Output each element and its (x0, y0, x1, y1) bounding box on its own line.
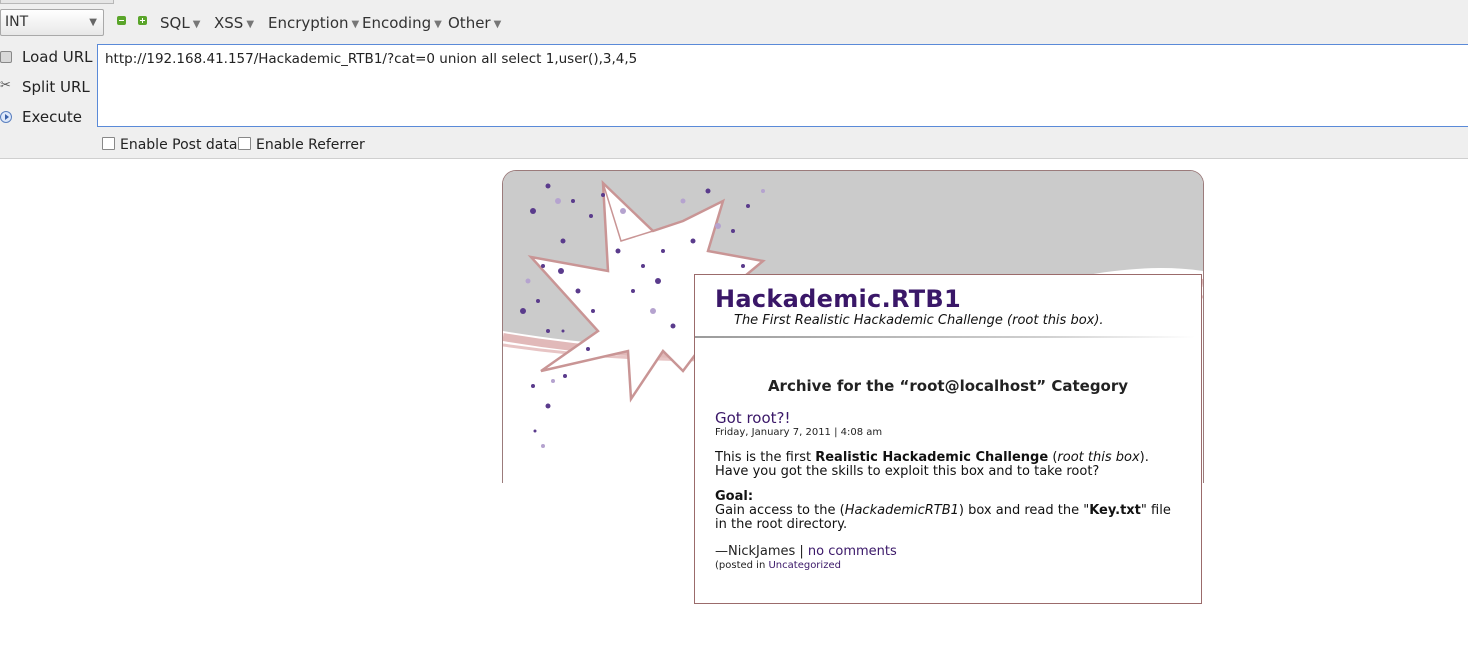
menu-encryption-label: Encryption (268, 14, 349, 32)
menu-other-label: Other (448, 14, 491, 32)
goal-text-part: ) box and read the " (958, 503, 1090, 518)
post-title-link[interactable]: Got root?! (715, 409, 791, 427)
goal-text: Gain access to the (HackademicRTB1) box … (715, 504, 1185, 532)
menu-xss[interactable]: XSS ▼ (214, 14, 254, 32)
archive-heading: Archive for the “root@localhost” Categor… (767, 377, 1129, 395)
dropdown-arrow-icon: ▼ (351, 19, 360, 30)
load-url-button[interactable]: Load URL (0, 46, 93, 70)
dropdown-arrow-icon: ▼ (434, 19, 442, 30)
split-url-button[interactable]: ✂ Split URL (0, 76, 92, 100)
menu-sql-label: SQL (160, 14, 190, 32)
load-url-label: Load URL (22, 48, 93, 66)
split-url-label: Split URL (22, 78, 90, 96)
enable-post-data-checkbox[interactable]: Enable Post data (102, 137, 237, 153)
execute-label: Execute (22, 108, 82, 126)
intro-line2: Have you got the skills to exploit this … (715, 464, 1100, 479)
decrease-icon[interactable] (117, 16, 126, 25)
checkbox-icon (102, 137, 115, 150)
execute-play-icon (0, 111, 12, 123)
goal-label: Goal: (715, 489, 754, 504)
url-textarea[interactable]: http://192.168.41.157/Hackademic_RTB1/?c… (97, 44, 1468, 127)
scissors-icon: ✂ (0, 78, 11, 93)
goal-text-part: Gain access to the ( (715, 503, 845, 518)
post-meta: —NickJames | no comments (715, 544, 897, 559)
execute-button[interactable]: Execute (0, 106, 92, 130)
category-prefix: (posted in (715, 560, 769, 571)
blog-content-box: Hackademic.RTB1 The First Realistic Hack… (694, 274, 1202, 604)
category-link[interactable]: Uncategorized (768, 560, 840, 571)
menu-other[interactable]: Other ▼ (448, 14, 501, 32)
goal-italic: HackademicRTB1 (844, 503, 959, 518)
checkbox-icon (238, 137, 251, 150)
menu-encoding[interactable]: Encoding ▼ (362, 14, 442, 32)
intro-italic: root this box (1057, 450, 1140, 465)
post-intro: This is the first Realistic Hackademic C… (715, 451, 1185, 479)
dropdown-arrow-icon: ▼ (246, 19, 255, 30)
increase-icon[interactable] (138, 16, 147, 25)
dropdown-arrow-icon: ▼ (89, 17, 97, 28)
site-title[interactable]: Hackademic.RTB1 (715, 285, 961, 313)
type-select[interactable]: INT ▼ (0, 9, 104, 36)
intro-bold: Realistic Hackademic Challenge (815, 450, 1049, 465)
post-date: Friday, January 7, 2011 | 4:08 am (715, 427, 883, 438)
post-author: —NickJames | (715, 544, 808, 559)
load-url-icon (0, 51, 12, 63)
intro-text: This is the first (715, 450, 816, 465)
site-description: The First Realistic Hackademic Challenge… (734, 313, 1104, 328)
header-divider (695, 336, 1195, 338)
menu-encryption[interactable]: Encryption ▼ (268, 14, 359, 32)
enable-post-data-label: Enable Post data (120, 137, 238, 153)
enable-referrer-checkbox[interactable]: Enable Referrer (238, 137, 365, 153)
menu-sql[interactable]: SQL ▼ (160, 14, 200, 32)
type-select-value: INT (5, 14, 29, 30)
comments-link[interactable]: no comments (808, 544, 897, 559)
enable-referrer-label: Enable Referrer (256, 137, 365, 153)
menu-xss-label: XSS (214, 14, 244, 32)
hackbar-toolbar: INT ▼ SQL ▼ XSS ▼ Encryption ▼ Encoding ▼ Ot… (0, 0, 1468, 159)
goal-bold: Key.txt (1089, 503, 1141, 518)
intro-text: ). (1139, 450, 1149, 465)
tab-stub (0, 0, 114, 4)
dropdown-arrow-icon: ▼ (493, 19, 502, 30)
menu-encoding-label: Encoding (362, 14, 432, 32)
dropdown-arrow-icon: ▼ (192, 19, 201, 30)
post-category: (posted in Uncategorized (715, 560, 841, 571)
